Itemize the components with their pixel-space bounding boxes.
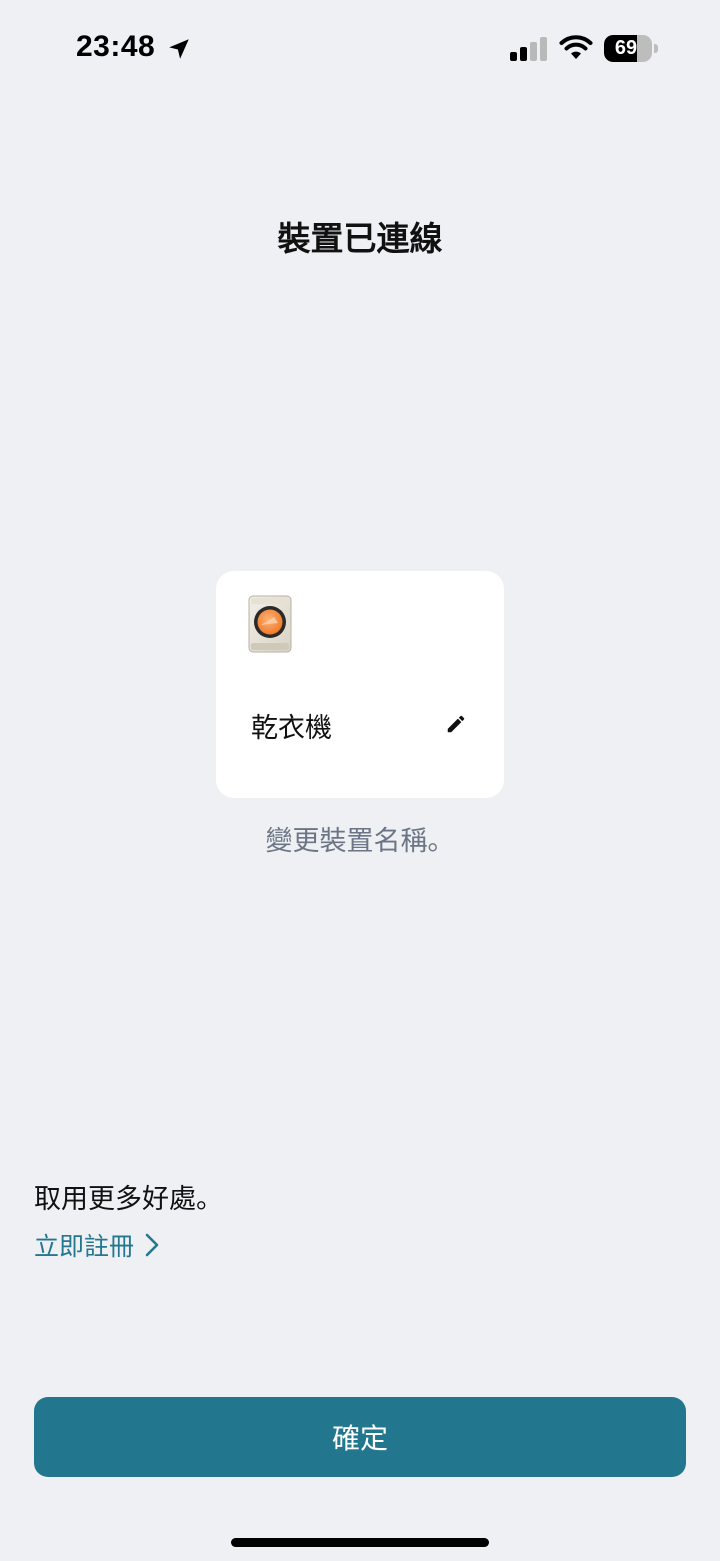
register-now-label: 立即註冊 bbox=[34, 1232, 135, 1261]
battery-level: 69 bbox=[614, 37, 638, 59]
pencil-icon[interactable] bbox=[445, 713, 467, 735]
battery-icon: 69 bbox=[604, 35, 652, 62]
confirm-button[interactable]: 確定 bbox=[34, 1397, 686, 1477]
home-indicator[interactable] bbox=[231, 1538, 489, 1547]
register-now-link[interactable]: 立即註冊 bbox=[34, 1227, 160, 1263]
location-arrow-icon bbox=[169, 39, 189, 59]
status-bar: 23:48 69 bbox=[0, 0, 720, 100]
page-title: 裝置已連線 bbox=[277, 219, 443, 258]
clothes-dryer-icon bbox=[248, 595, 292, 653]
benefits-text: 取用更多好處。 bbox=[34, 1184, 223, 1215]
battery-tip bbox=[654, 44, 658, 53]
rename-hint: 變更裝置名稱。 bbox=[265, 826, 455, 857]
wifi-icon bbox=[559, 35, 593, 59]
device-name: 乾衣機 bbox=[251, 713, 332, 744]
chevron-right-icon bbox=[145, 1233, 159, 1257]
device-card: 乾衣機 bbox=[216, 571, 504, 798]
status-time: 23:48 bbox=[76, 30, 156, 63]
cellular-signal-icon bbox=[510, 37, 547, 61]
